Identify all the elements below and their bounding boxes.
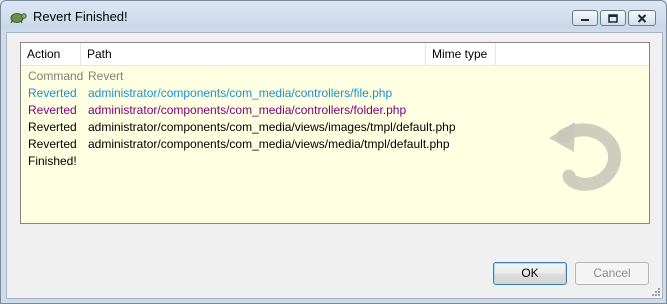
column-header-mime-type[interactable]: Mime type: [426, 43, 496, 65]
list-item-action: Reverted: [28, 120, 77, 134]
column-header-path[interactable]: Path: [81, 43, 426, 65]
window-title: Revert Finished!: [33, 9, 128, 24]
list-item-action: Command: [28, 69, 84, 83]
list-item-path: administrator/components/com_media/contr…: [88, 86, 393, 100]
cancel-button[interactable]: Cancel: [575, 262, 649, 285]
list-item-action: Reverted: [28, 86, 77, 100]
list-header: Action Path Mime type: [21, 43, 649, 66]
list-item-action: Reverted: [28, 103, 77, 117]
close-button[interactable]: [628, 10, 656, 26]
revert-finished-dialog: Revert Finished! Action Path Mime type C…: [0, 0, 667, 304]
list-item-action: Reverted: [28, 137, 77, 151]
tortoise-svn-icon: [10, 13, 27, 24]
maximize-button[interactable]: [600, 10, 626, 26]
column-header-action[interactable]: Action: [21, 43, 81, 65]
close-icon: [637, 13, 647, 23]
list-item-path: Revert: [88, 69, 124, 83]
minimize-icon: [581, 19, 589, 21]
maximize-icon: [608, 13, 618, 23]
resize-grip[interactable]: [650, 286, 660, 296]
minimize-button[interactable]: [572, 10, 598, 26]
revert-arrow-icon: [549, 122, 622, 191]
ok-button[interactable]: OK: [493, 262, 567, 285]
list-item-action: Finished!: [28, 154, 77, 168]
list-item[interactable]: Command Revert: [21, 68, 649, 85]
dialog-client-area: Action Path Mime type Command Revert Rever…: [6, 32, 663, 299]
title-bar[interactable]: Revert Finished!: [1, 1, 666, 32]
list-item-path: administrator/components/com_media/views…: [88, 137, 450, 151]
list-item-path: administrator/components/com_media/views…: [88, 120, 456, 134]
list-item[interactable]: Reverted administrator/components/com_med…: [21, 85, 649, 102]
list-item-path: administrator/components/com_media/contr…: [88, 103, 407, 117]
results-list[interactable]: Action Path Mime type Command Revert Rever…: [20, 42, 650, 224]
